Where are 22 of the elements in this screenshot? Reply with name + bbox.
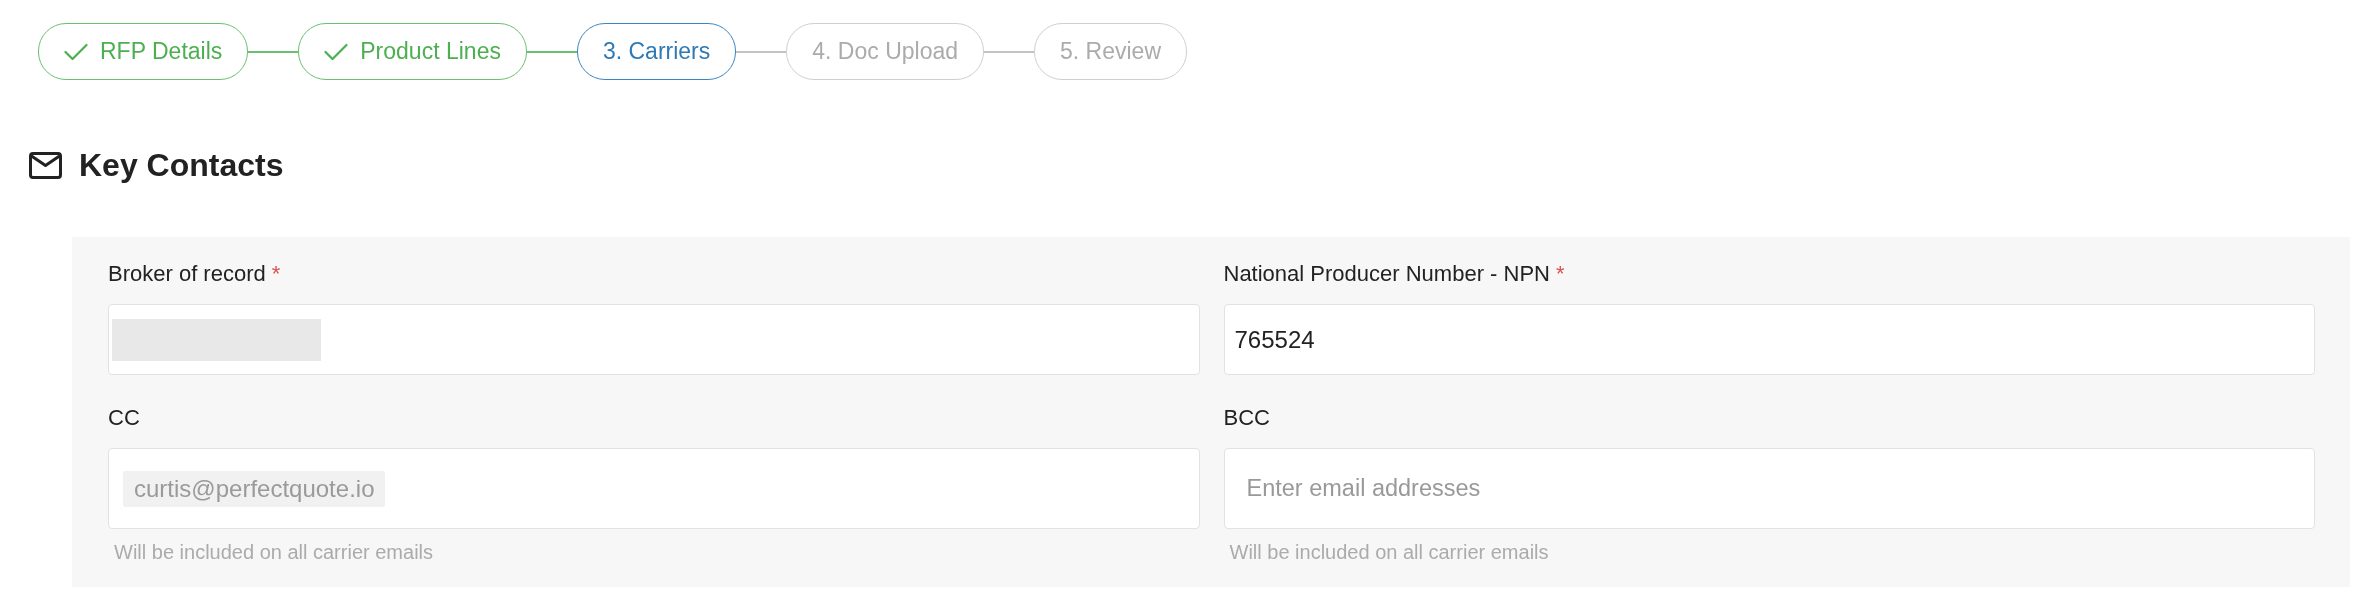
step-pill[interactable]: Product Lines [298, 23, 527, 80]
step-pill[interactable]: 3. Carriers [576, 23, 737, 80]
section-title: Key Contacts [79, 146, 284, 185]
step-pill[interactable]: 5. Review [1034, 23, 1187, 80]
field-label: BCC [1223, 405, 1270, 431]
check-icon [324, 42, 349, 61]
field-label: CC [108, 405, 140, 431]
field-label: Broker of record [108, 261, 266, 287]
field-label: National Producer Number - NPN [1223, 261, 1550, 287]
mail-icon [29, 151, 62, 179]
step-pill[interactable]: RFP Details [38, 23, 249, 80]
step-pill[interactable]: 4. Doc Upload [786, 23, 985, 80]
text-field[interactable] [108, 304, 1200, 375]
check-icon [64, 42, 88, 61]
email-chip: curtis@perfectquote.io [123, 470, 386, 507]
required-asterisk: * [271, 261, 281, 287]
helper-text: Will be included on all carrier emails [113, 540, 434, 564]
helper-text: Will be included on all carrier emails [1228, 540, 1550, 564]
email-field[interactable]: curtis@perfectquote.io [108, 448, 1200, 529]
required-asterisk: * [1555, 261, 1565, 287]
email-field[interactable]: Enter email addresses [1223, 448, 2315, 529]
text-field[interactable]: 765524 [1223, 304, 2315, 375]
